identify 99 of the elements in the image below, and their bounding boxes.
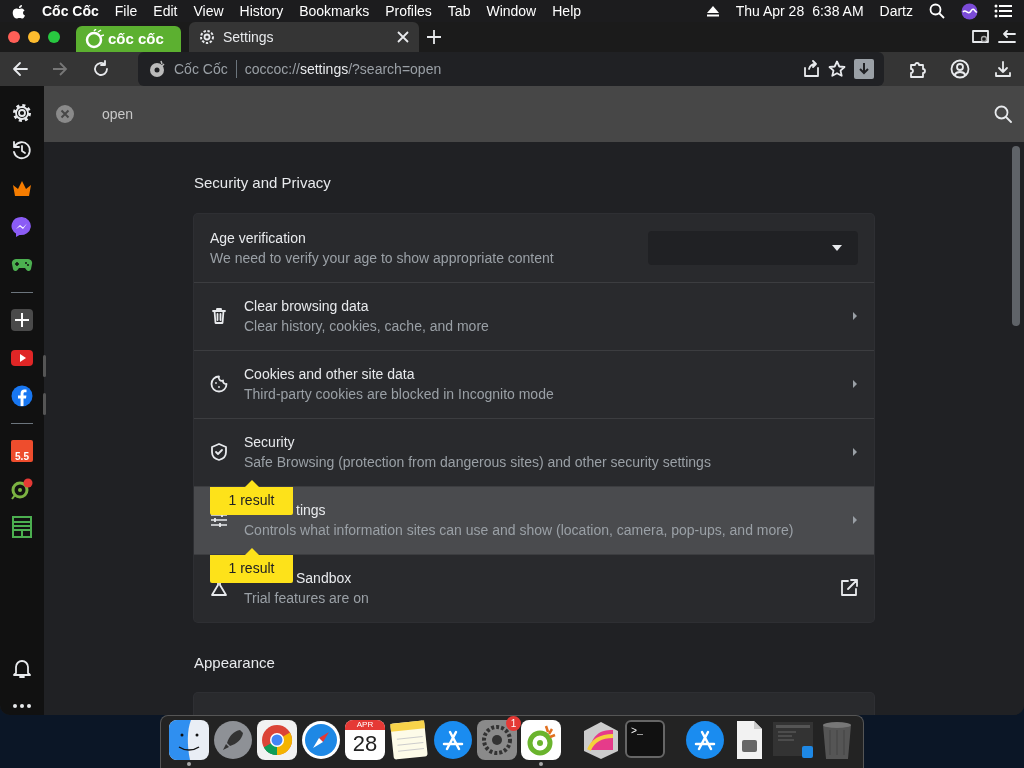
shopping-bag-icon[interactable]: 5.5 — [11, 440, 33, 462]
spreadsheet-icon[interactable] — [11, 516, 33, 538]
history-icon[interactable] — [11, 140, 33, 162]
minimize-button[interactable] — [28, 31, 40, 43]
row-title: Security — [244, 433, 296, 452]
star-icon[interactable] — [828, 60, 846, 78]
row-description: Third-party cookies are blocked in Incognito mode — [244, 385, 555, 404]
row-title: Sandbox — [296, 569, 353, 588]
row-title: Cookies and other site data — [244, 365, 416, 384]
terminal-icon[interactable]: >_ — [625, 720, 665, 758]
forward-icon[interactable] — [52, 61, 68, 77]
menu-item[interactable]: Edit — [153, 0, 178, 22]
menu-item[interactable]: Profiles — [385, 0, 432, 22]
smiley-face-icon[interactable] — [169, 720, 209, 760]
cookie-icon — [210, 375, 228, 393]
settings-row[interactable]: Clear browsing data Clear history, cookies, cache, and more — [194, 281, 874, 350]
download-icon[interactable] — [994, 60, 1012, 78]
letter-a-icon[interactable] — [433, 720, 473, 760]
plus-icon[interactable] — [427, 30, 441, 44]
prism-icon[interactable] — [581, 720, 621, 760]
row-title: Clear browsing data — [244, 297, 370, 316]
calendar-icon[interactable]: APR 28 — [345, 720, 385, 760]
settings-tab[interactable]: Settings — [189, 22, 419, 52]
zoom-button[interactable] — [48, 31, 60, 43]
puzzle-icon[interactable] — [908, 60, 926, 78]
list-icon[interactable] — [994, 4, 1012, 18]
letter-f-icon[interactable] — [11, 385, 33, 407]
notification-badge: 1 — [506, 716, 521, 731]
search-field[interactable]: open — [100, 102, 700, 126]
settings-row[interactable]: Cookies and other site data Third-party cookies are blocked in Incognito mode — [194, 349, 874, 418]
sliders-icon — [210, 511, 228, 529]
pin-icon[interactable] — [11, 478, 33, 500]
row-title: Age verification — [210, 228, 307, 248]
collapse-icon[interactable] — [998, 30, 1016, 44]
gear-icon[interactable] — [11, 102, 33, 124]
external-link-icon[interactable] — [840, 579, 858, 597]
compass-icon[interactable] — [301, 720, 341, 760]
settings-row[interactable]: Age verification We need to verify your age to show appropriate content — [194, 213, 874, 282]
chevron-icon — [852, 515, 858, 525]
trash-icon — [210, 307, 228, 325]
close-button[interactable] — [8, 31, 20, 43]
search-icon[interactable] — [929, 3, 945, 19]
chat-bubble-icon[interactable] — [11, 216, 33, 238]
chevron-icon — [852, 447, 858, 457]
menu-item[interactable]: Help — [552, 0, 582, 22]
row-description: Controls what information sites can use and show (location, camera, pop-ups, and more) — [244, 521, 795, 540]
chevron-icon — [852, 379, 858, 389]
gear-icon — [199, 29, 215, 45]
menu-item[interactable]: File — [114, 0, 138, 22]
site-label: Cốc Cốc — [174, 59, 228, 79]
time-label: 6:38 AM — [812, 1, 864, 21]
rocket-icon[interactable] — [213, 720, 253, 760]
date-label: Thu Apr 28 — [735, 1, 805, 21]
menu-item[interactable]: Bookmarks — [299, 0, 370, 22]
clear-search-icon[interactable] — [56, 105, 74, 123]
back-icon[interactable] — [12, 61, 28, 77]
section-title: Appearance — [194, 652, 276, 673]
section-title: Security and Privacy — [194, 173, 332, 193]
reload-icon[interactable] — [92, 60, 110, 78]
notepad-icon[interactable] — [389, 720, 429, 760]
row-title: tings — [296, 501, 327, 520]
leaf-logo-icon — [84, 29, 104, 49]
site-logo-icon — [148, 60, 166, 78]
result-bubble: 1 result — [210, 479, 293, 515]
profile-icon[interactable] — [950, 59, 970, 79]
shield-icon — [210, 443, 228, 461]
row-description: Clear history, cookies, cache, and more — [244, 317, 490, 336]
menu-item[interactable]: View — [193, 0, 224, 22]
letter-a-icon[interactable] — [685, 720, 725, 760]
row-description: Safe Browsing (protection from dangerous sites) and other security settings — [244, 453, 712, 472]
orb-icon[interactable] — [961, 2, 978, 20]
menu-item[interactable]: Tab — [447, 0, 471, 22]
search-bar[interactable]: open — [44, 86, 1024, 142]
address-bar[interactable]: Cốc Cốc coccoc://settings/?search=open — [138, 52, 884, 86]
close-icon[interactable] — [397, 31, 409, 43]
play-icon[interactable] — [11, 347, 33, 369]
chevron-icon — [852, 311, 858, 321]
tab-search-icon[interactable] — [972, 30, 990, 44]
search-icon[interactable] — [994, 105, 1012, 123]
menu-item[interactable]: Window — [486, 0, 537, 22]
leaf-logo-icon[interactable] — [521, 720, 561, 760]
download-icon[interactable] — [854, 59, 874, 79]
bell-icon[interactable] — [11, 657, 33, 679]
app-menu[interactable]: Cốc Cốc — [42, 0, 99, 22]
user-menu[interactable]: Dartz — [879, 0, 913, 22]
eject-icon[interactable] — [705, 5, 720, 17]
menu-item[interactable]: History — [239, 0, 284, 22]
url-text: coccoc://settings/?search=open — [244, 59, 443, 79]
share-icon[interactable] — [802, 60, 820, 78]
row-description: We need to verify your age to show appropriate content — [210, 248, 555, 268]
caret-icon — [832, 244, 842, 251]
settings-row[interactable]: Security Safe Browsing (protection from dangerous sites) and other security settings — [194, 417, 874, 486]
ring-icon[interactable] — [257, 720, 297, 760]
scrollbar-thumb[interactable] — [1012, 146, 1020, 326]
add-icon[interactable] — [11, 309, 33, 331]
result-bubble: 1 result — [210, 547, 293, 583]
row-description: Trial features are on — [244, 589, 370, 608]
apple-icon[interactable] — [12, 3, 26, 19]
window-thumbnail-icon[interactable] — [773, 720, 813, 760]
